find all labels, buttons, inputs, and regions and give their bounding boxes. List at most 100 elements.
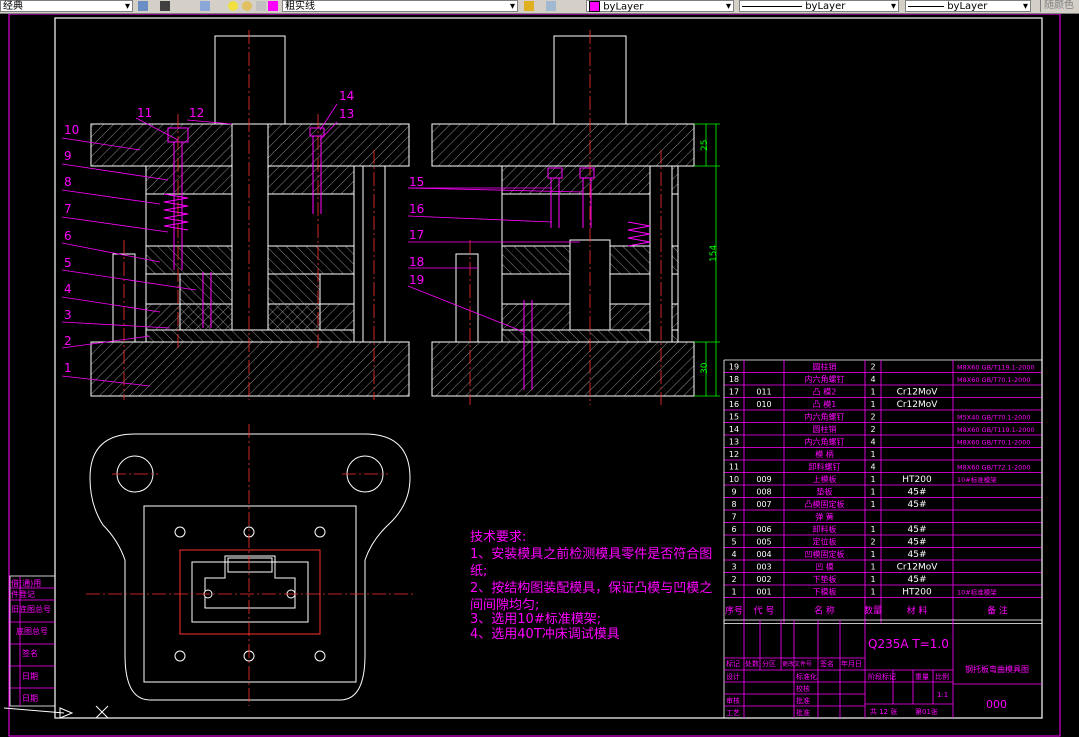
bom-cell-mat: 45# — [908, 538, 927, 548]
workspace-combo[interactable]: 经典 ▾ — [0, 0, 133, 12]
approve-label: 批准 — [796, 696, 810, 705]
bom-cell-note: 10#标准模架 — [957, 588, 997, 597]
bom-cell-note: M8X60 GB/T119.1-2000 — [957, 364, 1035, 372]
ucs-icon — [3, 705, 109, 719]
bom-cell-qty: 1 — [870, 488, 875, 497]
workspace-value: 经典 — [3, 1, 23, 12]
bom-cell-no: 13 — [729, 438, 739, 447]
color-value: byLayer — [603, 1, 644, 13]
callout-label: 6 — [64, 229, 72, 243]
bom-cell-no: 10 — [729, 475, 739, 484]
bom-cell-qty: 2 — [870, 538, 875, 547]
lock-icon[interactable] — [256, 1, 266, 11]
bom-cell-note: 10#标准模架 — [957, 475, 997, 484]
lineweight-value: byLayer — [947, 1, 988, 12]
bom-cell-name: 凸 模1 — [813, 399, 837, 409]
left-strip-text: 借(通)用 件登记 旧底图总号 底图总号 签名 日期 日期 — [11, 578, 51, 703]
bom-cell-mat: HT200 — [902, 475, 932, 485]
std-label: 标准化 — [796, 672, 817, 681]
color-combo[interactable]: byLayer ▾ — [586, 0, 734, 13]
bom-cell-name: 内六角螺钉 — [805, 437, 845, 447]
callout-label: 7 — [64, 202, 72, 216]
row-label: 签名 — [820, 659, 834, 668]
bom-cell-no: 9 — [731, 488, 736, 497]
layer-prev-icon[interactable] — [160, 1, 170, 11]
lineweight-combo[interactable]: byLayer ▾ — [905, 0, 1031, 12]
plot-style-combo[interactable]: 随颜色 — [1040, 0, 1079, 12]
bom-cell-name: 圆柱销 — [813, 362, 837, 372]
dimension-text: 25 — [700, 140, 710, 151]
tech-line: 1、安装模具之前检测模具零件是否符合图 — [470, 546, 712, 562]
bom-cell-qty: 1 — [870, 388, 875, 397]
bom-cell-name: 圆柱销 — [813, 424, 837, 434]
bom-cell-qty: 4 — [870, 438, 875, 447]
drawing-canvas[interactable]: 10 9 8 7 6 5 4 3 2 1 11 12 14 13 15 16 1… — [0, 14, 1079, 737]
bom-header-name: 名 称 — [814, 605, 835, 617]
bom-cell-qty: 4 — [870, 375, 875, 384]
tech-line: 2、按结构图装配模具，保证凸模与凹模之 — [470, 581, 712, 596]
callout-label: 18 — [409, 255, 424, 269]
chevron-down-icon: ▾ — [890, 1, 896, 12]
callout-label: 17 — [409, 228, 424, 242]
dimension-text: 154 — [709, 245, 719, 262]
drawing-code: 000 — [986, 698, 1007, 711]
craft-label: 工艺 — [726, 709, 740, 717]
bom-cell-no: 14 — [729, 425, 739, 434]
scale-value: 1:1 — [937, 691, 948, 699]
bulb-icon[interactable] — [228, 1, 238, 11]
strip-label: 底图总号 — [16, 626, 48, 636]
layer-manager-icon[interactable] — [200, 1, 210, 11]
bom-cell-code: 007 — [756, 500, 771, 509]
material-spec: Q235A T=1.0 — [868, 637, 949, 651]
layer-icon[interactable] — [138, 1, 148, 11]
callout-label: 9 — [64, 149, 72, 163]
bom-cell-name: 凸模固定板 — [805, 499, 845, 509]
review-label: 审核 — [726, 696, 740, 705]
bom-cell-mat: Cr12MoV — [897, 563, 939, 573]
callout-label: 19 — [409, 273, 424, 287]
tech-line: 3、选用10#标准模架; — [470, 612, 601, 627]
sun-icon[interactable] — [242, 1, 252, 11]
bom-cell-code: 004 — [756, 550, 771, 559]
weight-label: 重量 — [915, 673, 929, 681]
bom-cell-qty: 1 — [870, 525, 875, 534]
linetype-combo[interactable]: 粗实线 ▾ — [282, 0, 518, 12]
linetype-bylayer-combo[interactable]: byLayer ▾ — [739, 0, 899, 12]
tech-line: 4、选用40T冲床调试模具 — [470, 627, 620, 642]
strip-label: 日期 — [22, 672, 38, 681]
bom-cell-no: 16 — [729, 400, 739, 409]
bom-cell-qty: 1 — [870, 475, 875, 484]
color-swatch-icon[interactable] — [268, 1, 278, 11]
side-view-callout-labels: 15 16 17 18 19 — [409, 175, 424, 287]
bom-cell-qty: 2 — [870, 425, 875, 434]
bom-cell-qty: 1 — [870, 550, 875, 559]
sheets-total: 共 12 张 — [870, 707, 897, 716]
bom-cell-name: 弹 簧 — [815, 512, 834, 522]
layer-walk-icon[interactable] — [546, 1, 556, 11]
bom-cell-qty: 1 — [870, 575, 875, 584]
callout-label: 5 — [64, 256, 72, 270]
strip-label: 签名 — [22, 648, 38, 658]
strip-label: 借(通)用 — [11, 578, 41, 588]
callout-label: 10 — [64, 123, 79, 137]
bom-cell-code: 009 — [756, 475, 771, 484]
bom-cell-note: M8X60 GB/T119.1-2000 — [957, 426, 1035, 434]
front-section-view — [90, 35, 410, 397]
bom-cell-no: 8 — [731, 500, 736, 509]
bom-cell-code: 005 — [756, 538, 771, 547]
row-label: 分区 — [762, 659, 776, 668]
bom-cell-name: 模 柄 — [815, 449, 834, 459]
bom-cell-code: 008 — [756, 488, 771, 497]
callout-label: 11 — [137, 106, 152, 120]
strip-label: 日期 — [22, 694, 38, 703]
bom-cell-note: M5X40 GB/T70.1-2000 — [957, 414, 1031, 422]
row-label: 处数 — [745, 659, 759, 668]
bom-cell-code: 006 — [756, 525, 771, 534]
match-layer-icon[interactable] — [524, 1, 534, 11]
properties-toolbar: 经典 ▾ 粗实线 ▾ byLayer ▾ byLayer ▾ byLayer ▾… — [0, 0, 1079, 14]
callout-label: 13 — [339, 107, 354, 121]
bom-cell-no: 2 — [731, 575, 736, 584]
bom-cell-name: 下模板 — [813, 587, 837, 597]
plot-style-value: 随颜色 — [1044, 0, 1074, 11]
chevron-down-icon: ▾ — [1022, 1, 1028, 12]
